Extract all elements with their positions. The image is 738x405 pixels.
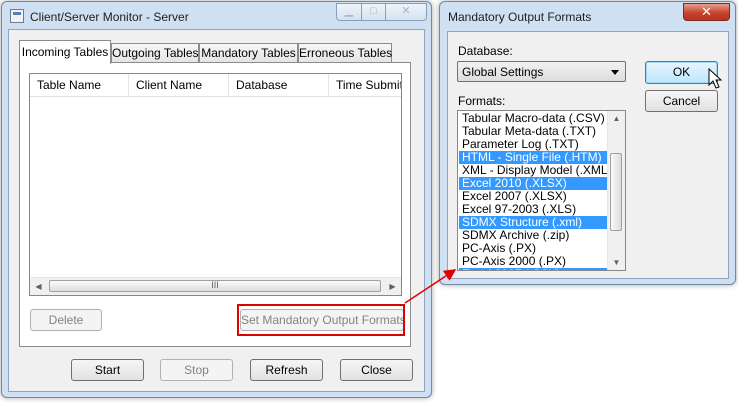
column-header-database[interactable]: Database	[229, 74, 329, 96]
scroll-right-icon[interactable]: ▶	[384, 278, 401, 295]
maximize-icon: □	[361, 3, 386, 21]
cancel-button[interactable]: Cancel	[645, 90, 718, 112]
tab-outgoing-tables[interactable]: Outgoing Tables	[111, 43, 199, 63]
chevron-down-icon	[611, 70, 619, 75]
close-icon: ✕	[385, 3, 427, 21]
start-button[interactable]: Start	[71, 359, 144, 381]
vertical-scrollbar[interactable]: ▲ ▼	[607, 111, 625, 270]
scroll-left-icon[interactable]: ◀	[30, 278, 47, 295]
delete-button[interactable]: Delete	[30, 309, 102, 331]
close-icon[interactable]: ✕	[683, 3, 730, 21]
list-header: Table Name Client Name Database Time Sub…	[30, 74, 401, 97]
stop-button[interactable]: Stop	[160, 359, 233, 381]
formats-dialog-title: Mandatory Output Formats	[448, 10, 592, 24]
app-icon	[10, 9, 24, 23]
tab-mandatory-tables[interactable]: Mandatory Tables	[199, 43, 298, 63]
scroll-down-icon[interactable]: ▼	[608, 255, 625, 270]
tab-erroneous-tables[interactable]: Erroneous Tables	[298, 43, 392, 63]
column-header-client-name[interactable]: Client Name	[129, 74, 229, 96]
formats-label: Formats:	[458, 94, 506, 108]
close-button[interactable]: Close	[340, 359, 413, 381]
minimize-icon: ▁	[336, 3, 362, 21]
tab-incoming-tables[interactable]: Incoming Tables	[19, 40, 111, 64]
database-label: Database:	[458, 44, 513, 58]
highlight-rectangle	[237, 304, 405, 336]
scroll-thumb[interactable]: III	[49, 280, 381, 292]
scroll-up-icon[interactable]: ▲	[608, 111, 625, 126]
server-window-titlebar[interactable]: Client/Server Monitor - Server ▁ □ ✕	[2, 2, 431, 32]
column-header-time-submitted[interactable]: Time Submitted	[329, 74, 401, 96]
scroll-thumb[interactable]	[610, 153, 622, 231]
horizontal-scrollbar[interactable]: ◀ III ▶	[30, 277, 401, 295]
database-select[interactable]: Global Settings	[457, 61, 626, 82]
server-window-title: Client/Server Monitor - Server	[30, 10, 189, 24]
database-select-value: Global Settings	[462, 65, 544, 79]
incoming-tables-list[interactable]: Table Name Client Name Database Time Sub…	[29, 73, 402, 296]
mouse-cursor-icon	[708, 68, 723, 89]
list-item[interactable]: Excel 2007 (.CSV)	[459, 268, 609, 270]
formats-dialog-titlebar[interactable]: Mandatory Output Formats ✕	[440, 2, 735, 32]
refresh-button[interactable]: Refresh	[250, 359, 323, 381]
column-header-table-name[interactable]: Table Name	[30, 74, 129, 96]
formats-listbox[interactable]: Tabular Macro-data (.CSV) Tabular Meta-da…	[457, 110, 626, 271]
